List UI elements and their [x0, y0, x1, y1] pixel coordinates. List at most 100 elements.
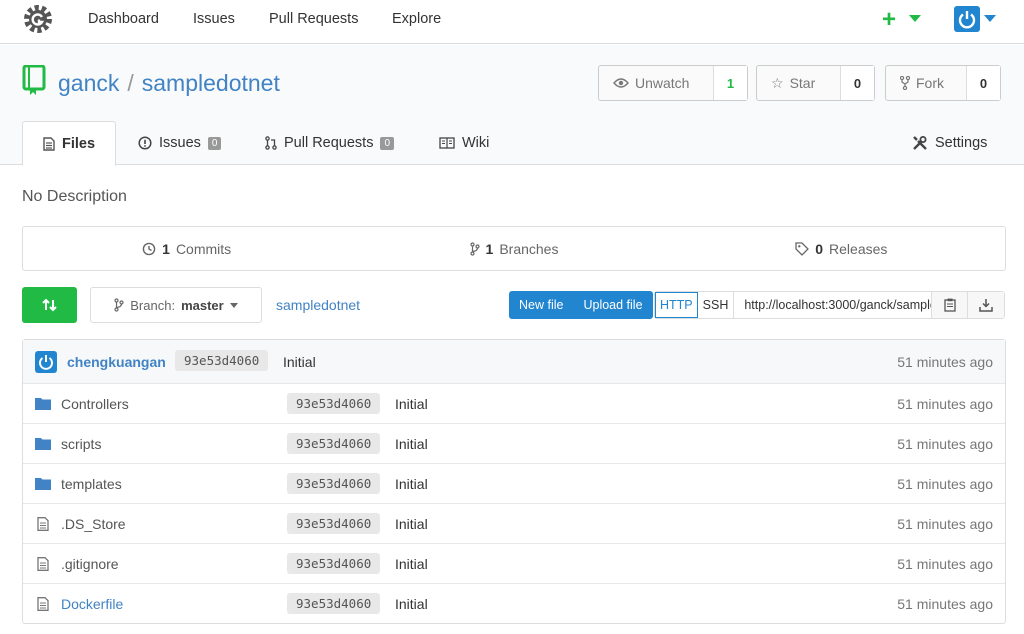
- issues-count-badge: 0: [207, 136, 222, 150]
- commit-sha-link[interactable]: 93e53d4060: [287, 513, 381, 534]
- fork-button-group: Fork 0: [885, 65, 1001, 101]
- tab-issues-label: Issues: [159, 135, 201, 151]
- commit-sha-link[interactable]: 93e53d4060: [287, 473, 381, 494]
- latest-commit-author: chengkuangan: [35, 340, 166, 383]
- pulls-count-badge: 0: [380, 136, 395, 150]
- file-link[interactable]: .gitignore: [61, 556, 119, 572]
- table-row: scripts 93e53d4060 Initial 51 minutes ag…: [23, 423, 1005, 463]
- commit-sha-link[interactable]: 93e53d4060: [287, 593, 381, 614]
- issue-opened-icon: [138, 136, 152, 150]
- commit-message: Initial: [395, 515, 428, 532]
- new-file-button[interactable]: New file: [509, 291, 573, 319]
- clipboard-icon: [944, 298, 956, 312]
- nav-dashboard[interactable]: Dashboard: [88, 11, 159, 27]
- commit-time: 51 minutes ago: [897, 395, 993, 412]
- commit-sha-link[interactable]: 93e53d4060: [287, 433, 381, 454]
- folder-icon: [35, 398, 51, 410]
- commit-message: Initial: [395, 475, 428, 492]
- file-link[interactable]: scripts: [61, 436, 101, 452]
- download-archive-button[interactable]: [968, 292, 1005, 318]
- unwatch-button[interactable]: Unwatch: [599, 66, 713, 100]
- power-icon: [958, 11, 976, 29]
- tab-files-label: Files: [61, 135, 96, 152]
- tab-pull-requests[interactable]: Pull Requests 0: [265, 121, 395, 165]
- file-name-cell: .DS_Store: [35, 504, 126, 543]
- user-menu-caret-icon[interactable]: [984, 15, 996, 22]
- latest-commit-row: chengkuangan 93e53d4060 Initial 51 minut…: [23, 340, 1005, 383]
- tab-wiki-label: Wiki: [462, 135, 490, 151]
- commit-sha-link[interactable]: 93e53d4060: [287, 393, 381, 414]
- repo-owner-link[interactable]: ganck: [58, 70, 119, 96]
- file-link[interactable]: templates: [61, 476, 122, 492]
- tab-settings[interactable]: Settings: [912, 121, 987, 165]
- commits-stat[interactable]: 1 Commits: [23, 227, 350, 270]
- repo-stats-bar: 1 Commits 1 Branches 0 Releases: [22, 226, 1006, 271]
- book-icon: [439, 137, 455, 149]
- create-dropdown-caret-icon[interactable]: [909, 15, 921, 22]
- unwatch-label: Unwatch: [635, 75, 690, 91]
- tab-wiki[interactable]: Wiki: [439, 121, 489, 165]
- clone-url-input[interactable]: http://localhost:3000/ganck/sampledotnet…: [734, 292, 933, 318]
- commit-time: 51 minutes ago: [897, 515, 993, 532]
- clone-http-button[interactable]: HTTP: [655, 292, 698, 318]
- eye-icon: [613, 78, 629, 88]
- star-icon: ☆: [771, 74, 784, 91]
- releases-stat[interactable]: 0 Releases: [678, 227, 1005, 270]
- avatar[interactable]: [35, 350, 57, 373]
- commit-message: Initial: [395, 595, 428, 612]
- file-text-icon: [37, 556, 49, 571]
- table-row: .DS_Store 93e53d4060 Initial 51 minutes …: [23, 503, 1005, 543]
- commit-time: 51 minutes ago: [897, 353, 993, 370]
- upload-file-button[interactable]: Upload file: [573, 291, 652, 319]
- user-avatar[interactable]: [954, 6, 980, 32]
- file-name-cell: scripts: [35, 424, 101, 463]
- star-button-group: ☆ Star 0: [756, 65, 875, 101]
- file-link[interactable]: .DS_Store: [61, 516, 126, 532]
- create-new-icon[interactable]: +: [882, 6, 896, 34]
- file-actions-group: New file Upload file: [509, 291, 653, 319]
- commit-message: Initial: [395, 555, 428, 572]
- file-link[interactable]: Controllers: [61, 396, 129, 412]
- file-text-icon: [37, 516, 49, 531]
- watch-count[interactable]: 1: [713, 66, 747, 100]
- commit-message: Initial: [283, 353, 316, 370]
- compare-sync-button[interactable]: [22, 287, 77, 323]
- file-link[interactable]: Dockerfile: [61, 596, 123, 612]
- clone-ssh-button[interactable]: SSH: [698, 292, 735, 318]
- branch-selector[interactable]: Branch: master: [90, 287, 262, 323]
- top-navbar: Dashboard Issues Pull Requests Explore +: [0, 0, 1024, 44]
- repo-header: ganck / sampledotnet Unwatch 1 ☆ Star 0 Fo…: [0, 45, 1024, 166]
- commit-sha-link[interactable]: 93e53d4060: [287, 553, 381, 574]
- tab-pull-requests-label: Pull Requests: [284, 135, 374, 151]
- fork-button[interactable]: Fork: [886, 66, 966, 100]
- branch-name: master: [181, 297, 224, 313]
- fork-count[interactable]: 0: [966, 66, 1000, 100]
- tab-files[interactable]: Files: [22, 121, 116, 166]
- file-name-cell: Controllers: [35, 384, 129, 423]
- chevron-down-icon: [229, 302, 238, 308]
- star-label: Star: [789, 75, 816, 91]
- nav-issues[interactable]: Issues: [193, 11, 235, 27]
- commit-author-link[interactable]: chengkuangan: [67, 354, 166, 370]
- nav-explore[interactable]: Explore: [392, 11, 441, 27]
- file-name-cell: Dockerfile: [35, 584, 123, 623]
- table-row: .gitignore 93e53d4060 Initial 51 minutes…: [23, 543, 1005, 583]
- fork-icon: [900, 76, 910, 90]
- commit-message: Initial: [395, 395, 428, 412]
- tab-issues[interactable]: Issues 0: [138, 121, 222, 165]
- repo-description: No Description: [22, 188, 127, 205]
- breadcrumb-repo-link[interactable]: sampledotnet: [276, 297, 360, 313]
- branches-stat[interactable]: 1 Branches: [350, 227, 677, 270]
- table-row: Controllers 93e53d4060 Initial 51 minute…: [23, 383, 1005, 423]
- repo-name-link[interactable]: sampledotnet: [142, 70, 280, 96]
- file-name-cell: .gitignore: [35, 544, 119, 583]
- branches-count: 1: [485, 240, 494, 257]
- star-count[interactable]: 0: [840, 66, 874, 100]
- gogs-logo-icon[interactable]: [22, 3, 54, 35]
- copy-clone-url-button[interactable]: [932, 292, 969, 318]
- tools-icon: [913, 136, 927, 150]
- nav-pull-requests[interactable]: Pull Requests: [269, 11, 358, 27]
- table-row: Dockerfile 93e53d4060 Initial 51 minutes…: [23, 583, 1005, 623]
- star-button[interactable]: ☆ Star: [757, 66, 840, 100]
- commit-sha-link[interactable]: 93e53d4060: [175, 350, 269, 371]
